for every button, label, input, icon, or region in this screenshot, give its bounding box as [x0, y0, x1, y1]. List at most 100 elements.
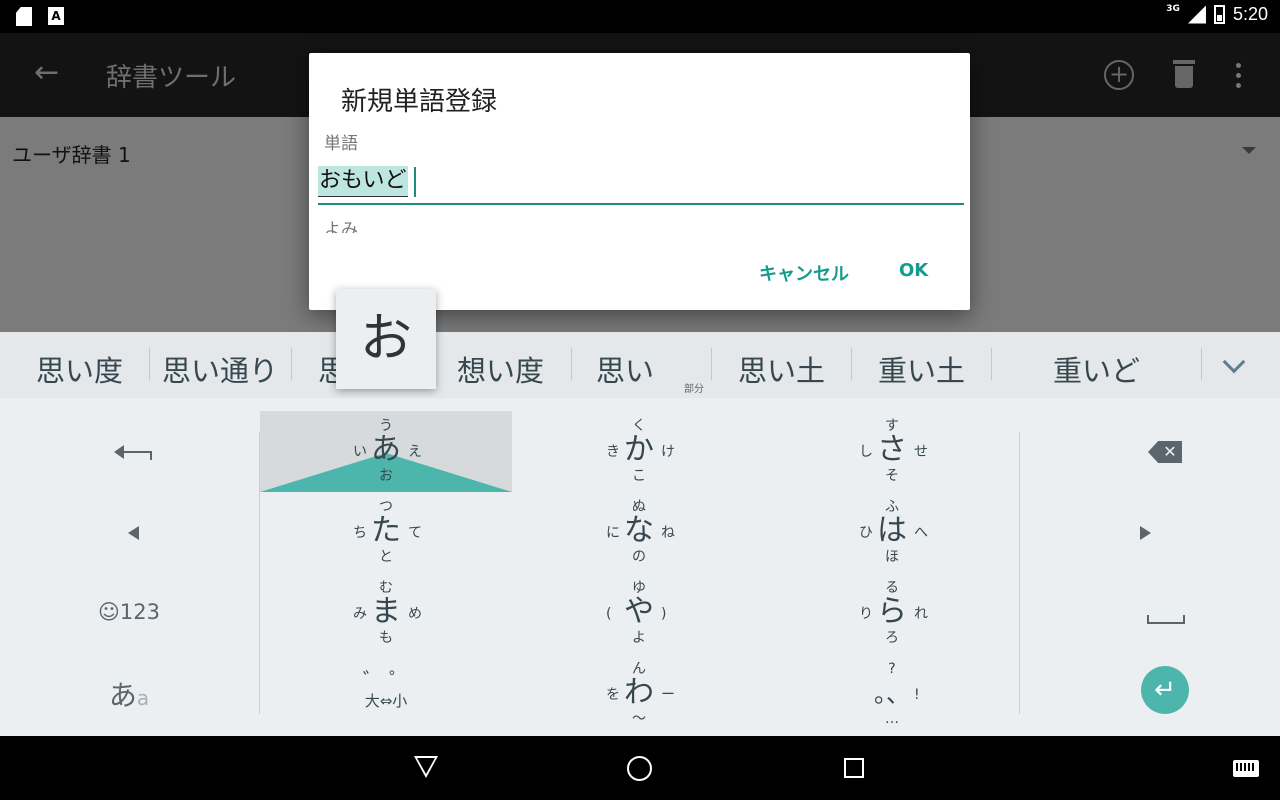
key-main: た [371, 513, 401, 548]
flick-down: そ [885, 468, 899, 484]
nav-back-icon[interactable] [414, 756, 438, 778]
cursor-right-key[interactable] [1020, 492, 1278, 573]
key-main: な [624, 513, 654, 548]
font-a-icon: A [48, 7, 64, 25]
key-main: あ [371, 432, 401, 467]
flick-down: と [379, 549, 393, 565]
text-caret [414, 167, 416, 197]
flick-right: ! [914, 687, 920, 703]
flick-down: … [885, 711, 899, 727]
arrow-back-icon[interactable]: ← [34, 55, 59, 90]
dakuten-label: ゛ ゜ [362, 668, 410, 692]
key-sa-row[interactable]: す し さ せ そ [766, 411, 1018, 492]
candidate-item[interactable]: 思い度 [36, 348, 123, 390]
candidate-divider [851, 348, 852, 380]
enter-key[interactable]: ↵ [1020, 654, 1278, 735]
space-key[interactable] [1020, 573, 1278, 654]
flick-down: ほ [885, 549, 899, 565]
word-input-value: おもいど [318, 166, 408, 197]
mode-alpha: a [136, 686, 150, 710]
key-a-row[interactable]: う い あ え お [260, 411, 512, 492]
add-circle-icon[interactable]: + [1104, 60, 1134, 90]
key-ma-row[interactable]: む み ま め も [260, 573, 512, 654]
candidate-divider [291, 348, 292, 380]
cancel-button[interactable]: キャンセル [759, 260, 849, 286]
chevron-down-icon[interactable] [1222, 350, 1246, 374]
flick-right: れ [914, 606, 928, 622]
flick-right: え [408, 444, 422, 460]
ok-button[interactable]: OK [899, 260, 928, 281]
undo-arrow-icon [114, 445, 152, 460]
key-ha-row[interactable]: ふ ひ は へ ほ [766, 492, 1018, 573]
dropdown-arrow-icon[interactable] [1242, 147, 1256, 154]
word-input[interactable]: おもいど [318, 163, 964, 205]
input-mode-key[interactable]: あa [0, 654, 258, 735]
status-bar: A 3G 5:20 [0, 0, 1280, 33]
flick-right: せ [914, 444, 928, 460]
flick-right: け [661, 444, 675, 460]
key-preview-popup: お [336, 289, 436, 389]
candidate-item[interactable]: 思い [596, 348, 654, 390]
undo-key[interactable] [0, 411, 258, 492]
key-ta-row[interactable]: つ ち た て と [260, 492, 512, 573]
key-main: は [877, 513, 907, 548]
new-word-dialog: 新規単語登録 単語 おもいど よみ キャンセル OK [309, 53, 970, 310]
flick-down: の [632, 549, 646, 565]
flick-right: ー [661, 687, 675, 703]
dakuten-size-key[interactable]: ゛ ゜ 大⇔小 [260, 654, 512, 735]
candidate-item[interactable]: 思い土 [738, 348, 825, 390]
trash-icon[interactable] [1173, 60, 1195, 88]
partial-label: 部分 [684, 384, 704, 395]
key-main: わ [624, 675, 654, 710]
flick-down: ろ [885, 630, 899, 646]
flick-right: め [408, 606, 422, 622]
more-vert-icon[interactable] [1236, 63, 1241, 88]
candidate-divider [149, 348, 150, 380]
flick-right: ) [661, 606, 667, 622]
key-ra-row[interactable]: る り ら れ ろ [766, 573, 1018, 654]
page-title: 辞書ツール [106, 63, 237, 93]
candidate-divider [571, 348, 572, 380]
key-ya-row[interactable]: ゆ ( や ) よ [513, 573, 765, 654]
candidate-item[interactable]: 重いど [1053, 348, 1140, 390]
flick-down: よ [632, 630, 646, 646]
enter-icon[interactable]: ↵ [1141, 666, 1189, 714]
key-na-row[interactable]: ぬ に な ね の [513, 492, 765, 573]
flick-down: 〜 [632, 711, 646, 727]
keyboard-switch-icon[interactable] [1233, 760, 1259, 777]
word-label: 単語 [324, 134, 358, 154]
key-ka-row[interactable]: く き か け こ [513, 411, 765, 492]
candidate-item[interactable]: 想い度 [457, 348, 544, 390]
key-main: ま [371, 594, 401, 629]
battery-icon [1213, 5, 1225, 24]
candidate-bar: 思い度 思い通り 思 想い度 思い 部分 思い土 重い土 重いど [0, 332, 1280, 398]
signal-icon [1187, 5, 1206, 24]
nav-recents-icon[interactable] [844, 758, 864, 778]
input-mode-label: あa [0, 674, 258, 714]
sd-card-icon [16, 7, 32, 26]
flick-right: ね [661, 525, 675, 541]
triangle-right-icon [1140, 526, 1151, 540]
candidate-divider [711, 348, 712, 380]
space-icon [1147, 615, 1185, 624]
dialog-title: 新規単語登録 [341, 87, 498, 117]
backspace-icon: ✕ [1148, 441, 1182, 463]
cursor-left-key[interactable] [0, 492, 258, 573]
nav-home-icon[interactable] [627, 756, 652, 781]
key-main: か [624, 432, 654, 467]
flick-down: こ [632, 468, 646, 484]
mode-kana: あ [108, 679, 137, 712]
dictionary-selector[interactable]: ユーザ辞書 1 [12, 139, 131, 168]
candidate-item[interactable]: 思い通り [162, 348, 278, 390]
emoji-number-key[interactable]: ☺123 [0, 573, 258, 654]
candidate-item[interactable]: 重い土 [878, 348, 965, 390]
triangle-left-icon [128, 526, 139, 540]
punctuation-key[interactable]: ? 。、 ! … [766, 654, 1018, 735]
backspace-key[interactable]: ✕ [1020, 411, 1278, 492]
flick-keyboard: ☺123 あa う い あ え お く き か け こ す し さ せ そ つ … [0, 398, 1280, 736]
flick-right: て [408, 525, 422, 541]
reading-label: よみ [324, 220, 358, 233]
status-clock: 5:20 [1232, 4, 1268, 24]
emoji-key-label: ☺123 [98, 600, 160, 624]
key-wa-row[interactable]: ん を わ ー 〜 [513, 654, 765, 735]
